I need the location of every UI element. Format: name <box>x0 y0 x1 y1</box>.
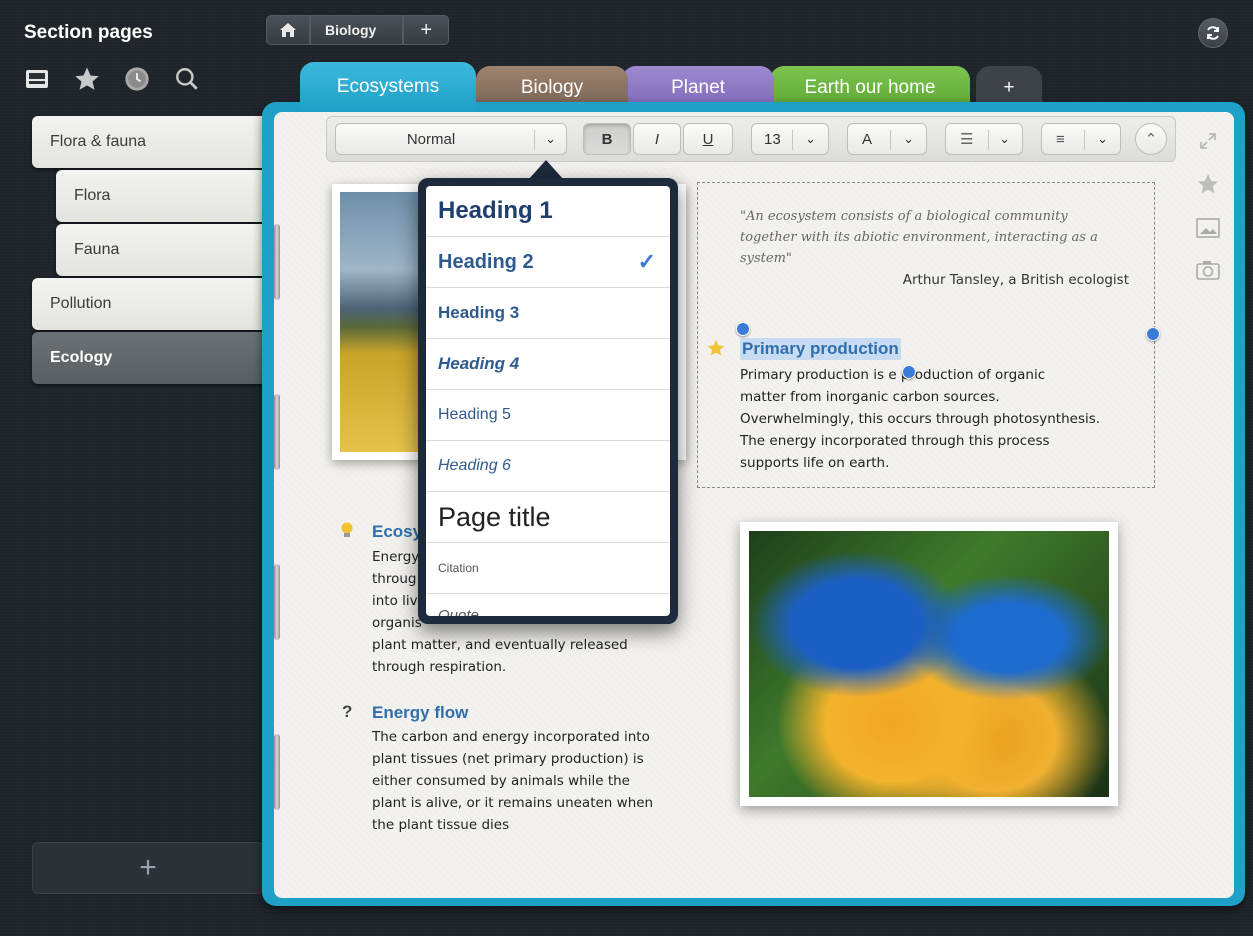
format-toolbar: Normal ⌄ B I U 13 ⌄ A ⌄ ☰ ⌄ ≡ ⌄ ⌃ <box>326 116 1176 162</box>
sidebar-item-flora[interactable]: Flora <box>56 170 266 222</box>
star-icon[interactable] <box>72 64 102 94</box>
bold-button[interactable]: B <box>583 123 631 155</box>
search-icon[interactable] <box>172 64 202 94</box>
font-size-value: 13 <box>764 130 781 148</box>
selection-handle-end[interactable] <box>1146 327 1160 341</box>
question-icon: ? <box>342 702 353 721</box>
chevron-down-icon: ⌄ <box>1097 131 1108 146</box>
paragraph-style-select[interactable]: Normal ⌄ <box>335 123 567 155</box>
chevron-down-icon: ⌄ <box>903 131 914 146</box>
energy-flow-heading: Energy flow <box>372 703 469 722</box>
sidebar-title: Section pages <box>24 22 153 43</box>
sidebar-item-label: Pollution <box>50 295 112 312</box>
align-select[interactable]: ≡ ⌄ <box>1041 123 1121 155</box>
menu-item-heading-6[interactable]: Heading 6 <box>426 441 670 492</box>
chevron-up-icon: ⌃ <box>1144 131 1158 148</box>
menu-item-citation[interactable]: Citation <box>426 543 670 594</box>
menu-item-page-title[interactable]: Page title <box>426 492 670 543</box>
list-style-select[interactable]: ☰ ⌄ <box>945 123 1023 155</box>
sidebar-item-label: Flora <box>74 187 111 204</box>
underline-button[interactable]: U <box>683 123 733 155</box>
clock-icon[interactable] <box>122 64 152 94</box>
binder-ring <box>274 734 280 810</box>
italic-button[interactable]: I <box>633 123 681 155</box>
popover-arrow <box>528 160 564 180</box>
home-button[interactable] <box>266 15 310 45</box>
sidebar-item-flora-fauna[interactable]: Flora & fauna <box>32 116 266 168</box>
sidebar-item-label: Fauna <box>74 241 120 258</box>
primary-production-heading[interactable]: Primary production <box>740 338 901 360</box>
inbox-icon[interactable] <box>22 64 52 94</box>
menu-item-heading-2[interactable]: Heading 2 ✓ <box>426 237 670 288</box>
home-icon <box>280 23 296 37</box>
sidebar-item-label: Flora & fauna <box>50 133 147 150</box>
binder-ring <box>274 564 280 640</box>
text-cursor-handle[interactable] <box>902 365 916 379</box>
font-color-label: A <box>862 130 873 148</box>
collapse-toolbar-button[interactable]: ⌃ <box>1135 123 1167 155</box>
sidebar-item-fauna[interactable]: Fauna <box>56 224 266 276</box>
paragraph-style-value: Normal <box>406 130 456 148</box>
primary-production-text: Primary production is e production of or… <box>740 367 1101 471</box>
menu-item-heading-1[interactable]: Heading 1 <box>426 186 670 237</box>
breadcrumb: Biology + <box>266 15 450 45</box>
sidebar-item-ecology[interactable]: Ecology <box>32 332 266 384</box>
sync-button[interactable] <box>1198 18 1228 48</box>
checkmark-icon: ✓ <box>637 249 656 274</box>
expand-icon[interactable] <box>1199 132 1217 150</box>
energy-flow-text: The carbon and energy incorporated into … <box>372 729 654 833</box>
breadcrumb-add-button[interactable]: + <box>403 15 450 45</box>
menu-item-heading-4[interactable]: Heading 4 <box>426 339 670 390</box>
quote-text: "An ecosystem consists of a biological c… <box>740 209 1098 266</box>
font-size-select[interactable]: 13 ⌄ <box>751 123 829 155</box>
chevron-down-icon: ⌄ <box>805 131 816 146</box>
list-icon: ☰ <box>960 131 974 148</box>
ecosystem-heading: Ecosy <box>372 522 423 541</box>
font-color-select[interactable]: A ⌄ <box>847 123 927 155</box>
binder-ring <box>274 224 280 300</box>
binder-ring <box>274 394 280 470</box>
star-marker-icon <box>707 339 725 356</box>
sidebar-tools <box>22 62 202 96</box>
selection-handle-start[interactable] <box>736 322 750 336</box>
chevron-down-icon: ⌄ <box>999 131 1010 146</box>
lightbulb-icon <box>341 522 353 537</box>
tab-ecosystems[interactable]: Ecosystems <box>300 62 476 112</box>
camera-icon[interactable] <box>1196 260 1220 280</box>
menu-item-quote[interactable]: Quote <box>426 594 670 616</box>
menu-item-heading-5[interactable]: Heading 5 <box>426 390 670 441</box>
parrots-photo[interactable] <box>740 522 1118 806</box>
breadcrumb-item-biology[interactable]: Biology <box>310 15 404 45</box>
align-icon: ≡ <box>1056 130 1065 148</box>
page-side-tools <box>1193 132 1223 280</box>
sync-icon <box>1207 26 1219 40</box>
quote-author: Arthur Tansley, a British ecologist <box>902 272 1129 288</box>
menu-item-heading-3[interactable]: Heading 3 <box>426 288 670 339</box>
paragraph-style-menu: Heading 1 Heading 2 ✓ Heading 3 Heading … <box>418 178 678 624</box>
sidebar-item-label: Ecology <box>50 349 113 366</box>
insert-image-icon[interactable] <box>1196 218 1220 238</box>
sidebar-item-pollution[interactable]: Pollution <box>32 278 266 330</box>
favorite-star-icon[interactable] <box>1196 172 1220 196</box>
chevron-down-icon: ⌄ <box>545 131 556 146</box>
add-page-button[interactable]: + <box>32 842 264 894</box>
